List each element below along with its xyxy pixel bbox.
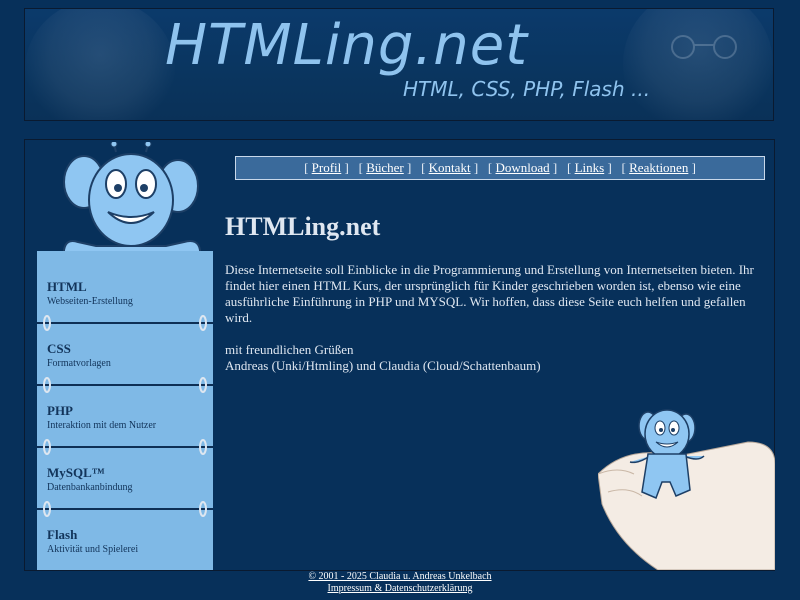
greeting-text: mit freundlichen Grüßen — [225, 342, 354, 357]
sidebar-item-title: Flash — [47, 527, 78, 542]
nav-link-kontakt[interactable]: Kontakt — [429, 160, 471, 175]
footer: © 2001 - 2025 Claudia u. Andreas Unkelba… — [0, 571, 800, 595]
glasses-decoration — [671, 35, 737, 59]
sidebar-item-subtitle: Interaktion mit dem Nutzer — [47, 420, 157, 431]
sidebar-menu: HTML Webseiten-Erstellung CSS Formatvorl… — [37, 251, 213, 570]
sidebar-item-title: PHP — [47, 403, 73, 418]
signoff-block: mit freundlichen Grüßen Andreas (Unki/Ht… — [225, 342, 770, 374]
sidebar-item-title: MySQL™ — [47, 465, 105, 480]
site-logo-title: HTMLing.net — [165, 13, 529, 78]
nav-link-download[interactable]: Download — [495, 160, 549, 175]
face-photo-left — [25, 9, 175, 120]
sidebar-item-html[interactable]: HTML Webseiten-Erstellung — [47, 279, 207, 307]
top-navigation: [ Profil ] [ Bücher ] [ Kontakt ] [ Down… — [235, 156, 765, 180]
sidebar-item-title: CSS — [47, 341, 71, 356]
header-banner: HTMLing.net HTML, CSS, PHP, Flash ... — [24, 8, 774, 121]
site-logo-subtitle: HTML, CSS, PHP, Flash ... — [403, 77, 651, 101]
sidebar-item-subtitle: Aktivität und Spielerei — [47, 544, 139, 555]
page-title: HTMLing.net — [225, 212, 381, 241]
footer-legal-link[interactable]: Impressum & Datenschutzerklärung — [0, 583, 800, 595]
mascot-on-hand-image — [598, 409, 775, 570]
sidebar-item-mysql[interactable]: MySQL™ Datenbankanbindung — [47, 465, 207, 493]
sidebar-item-flash[interactable]: Flash Aktivität und Spielerei — [47, 527, 207, 555]
sidebar-item-subtitle: Formatvorlagen — [47, 358, 111, 369]
authors-text: Andreas (Unki/Htmling) und Claudia (Clou… — [225, 358, 541, 373]
nav-link-profil[interactable]: Profil — [312, 160, 342, 175]
nav-link-buecher[interactable]: Bücher — [366, 160, 404, 175]
ring-binder-divider — [37, 439, 213, 455]
sidebar-item-title: HTML — [47, 279, 87, 294]
sidebar-item-php[interactable]: PHP Interaktion mit dem Nutzer — [47, 403, 207, 431]
ring-binder-divider — [37, 377, 213, 393]
footer-copyright-link[interactable]: © 2001 - 2025 Claudia u. Andreas Unkelba… — [0, 571, 800, 583]
face-photo-right — [623, 9, 773, 120]
sidebar-item-css[interactable]: CSS Formatvorlagen — [47, 341, 207, 369]
intro-paragraph: Diese Internetseite soll Einblicke in di… — [225, 262, 754, 325]
sidebar-item-subtitle: Webseiten-Erstellung — [47, 296, 133, 307]
ring-binder-divider — [37, 501, 213, 517]
nav-link-links[interactable]: Links — [575, 160, 605, 175]
sidebar-item-subtitle: Datenbankanbindung — [47, 482, 133, 493]
ring-binder-divider — [37, 315, 213, 331]
nav-link-reaktionen[interactable]: Reaktionen — [629, 160, 688, 175]
